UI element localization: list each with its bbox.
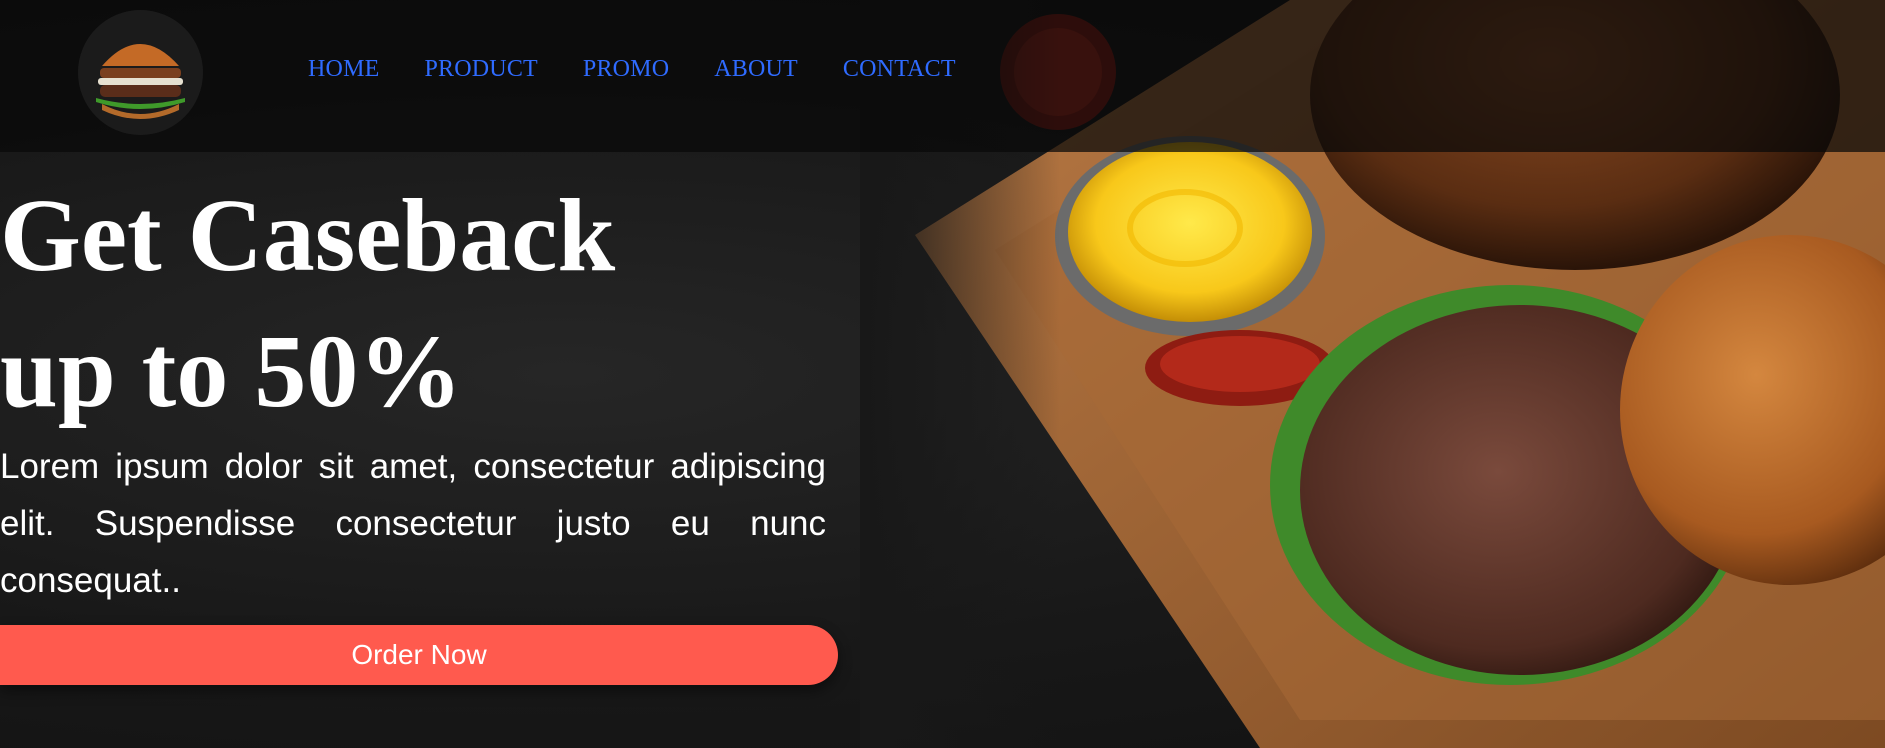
nav-promo-link[interactable]: PROMO xyxy=(583,56,669,83)
hero-title-line-2: up to 50% xyxy=(0,314,463,429)
burger-logo-icon[interactable] xyxy=(78,10,203,135)
nav-product-link[interactable]: PRODUCT xyxy=(424,56,537,83)
order-now-button[interactable]: Order Now xyxy=(0,625,838,685)
hero-title: Get Caseback up to 50% xyxy=(0,168,860,440)
site-header: HOME PRODUCT PROMO ABOUT CONTACT xyxy=(0,0,1885,152)
nav-about-link[interactable]: ABOUT xyxy=(714,56,798,83)
main-nav: HOME PRODUCT PROMO ABOUT CONTACT xyxy=(308,56,1001,83)
nav-home-link[interactable]: HOME xyxy=(308,56,379,83)
hero-title-line-1: Get Caseback xyxy=(0,178,616,293)
hero-description: Lorem ipsum dolor sit amet, consectetur … xyxy=(0,447,826,600)
nav-contact-link[interactable]: CONTACT xyxy=(843,56,956,83)
landing-page: HOME PRODUCT PROMO ABOUT CONTACT Get Cas… xyxy=(0,0,1885,748)
